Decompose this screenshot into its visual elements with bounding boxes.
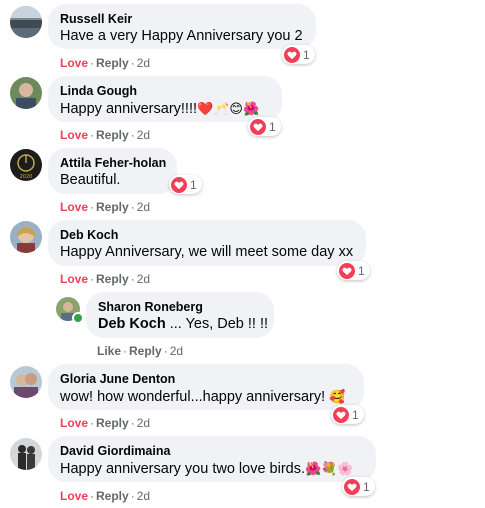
comment-actions: Love · Reply · 2d xyxy=(60,200,151,214)
mention-link[interactable]: Deb Koch xyxy=(98,316,166,332)
love-button[interactable]: Love xyxy=(60,128,88,142)
comment-actions: Love · Reply · 2d xyxy=(60,128,151,142)
avatar[interactable] xyxy=(10,6,42,38)
reaction-badge[interactable]: 1 xyxy=(282,45,315,64)
timestamp[interactable]: 2d xyxy=(137,128,150,142)
heart-icon xyxy=(171,176,187,193)
comment-actions: Love · Reply · 2d xyxy=(60,416,151,430)
timestamp[interactable]: 2d xyxy=(137,56,150,70)
reaction-badge[interactable]: 1 xyxy=(248,117,281,136)
comment-bubble: Linda Gough Happy anniversary!!!!❤️🥂😊🌺 xyxy=(48,76,282,122)
comment-author[interactable]: Deb Koch xyxy=(60,227,354,243)
reply-button[interactable]: Reply xyxy=(96,416,129,430)
reaction-count: 1 xyxy=(190,177,197,192)
comment: 2020 Attila Feher-holan Beautiful. 1 Lov… xyxy=(0,144,485,216)
reply-button[interactable]: Reply xyxy=(96,128,129,142)
comment-actions: Love · Reply · 2d xyxy=(60,272,151,286)
reaction-badge[interactable]: 1 xyxy=(169,175,202,194)
emoji-group: ❤️🥂😊🌺 xyxy=(197,101,260,116)
comment-actions: Love · Reply · 2d xyxy=(60,489,151,503)
comment-text: Happy anniversary you two love birds.🌺💐🌸 xyxy=(60,461,354,477)
comment-author[interactable]: Russell Keir xyxy=(60,11,304,27)
reaction-count: 1 xyxy=(303,47,310,62)
timestamp[interactable]: 2d xyxy=(137,200,150,214)
comment-bubble: Russell Keir Have a very Happy Anniversa… xyxy=(48,4,316,49)
like-button[interactable]: Like xyxy=(97,344,121,358)
reply-button[interactable]: Reply xyxy=(96,200,129,214)
emoji-group: 🥰 xyxy=(329,389,346,404)
comment-actions: Love · Reply · 2d xyxy=(60,56,151,70)
comment-author[interactable]: David Giordimaina xyxy=(60,443,364,459)
heart-icon xyxy=(250,118,266,135)
avatar[interactable]: 2020 xyxy=(10,149,42,181)
comment: Deb Koch Happy Anniversary, we will meet… xyxy=(0,216,485,288)
online-status-indicator xyxy=(72,312,84,324)
comment: Linda Gough Happy anniversary!!!!❤️🥂😊🌺 1… xyxy=(0,72,485,144)
avatar[interactable] xyxy=(10,438,42,470)
emoji-group: 🌺💐🌸 xyxy=(305,461,354,476)
avatar[interactable] xyxy=(10,77,42,109)
timestamp[interactable]: 2d xyxy=(137,272,150,286)
reaction-count: 1 xyxy=(363,479,370,494)
heart-icon xyxy=(339,262,355,279)
comment-actions: Like · Reply · 2d xyxy=(97,344,184,358)
comment: David Giordimaina Happy anniversary you … xyxy=(0,432,485,508)
timestamp[interactable]: 2d xyxy=(137,416,150,430)
timestamp[interactable]: 2d xyxy=(137,489,150,503)
comment-bubble: Sharon Roneberg Deb Koch ... Yes, Deb !!… xyxy=(86,292,274,338)
comment-author[interactable]: Sharon Roneberg xyxy=(98,299,262,315)
svg-text:2020: 2020 xyxy=(20,174,33,180)
comment: Russell Keir Have a very Happy Anniversa… xyxy=(0,0,485,72)
love-button[interactable]: Love xyxy=(60,200,88,214)
timestamp[interactable]: 2d xyxy=(170,344,183,358)
reply-button[interactable]: Reply xyxy=(129,344,162,358)
comment-bubble: Gloria June Denton wow! how wonderful...… xyxy=(48,364,364,410)
comment-text: Have a very Happy Anniversary you 2 xyxy=(60,28,303,44)
reaction-badge[interactable]: 1 xyxy=(331,405,364,424)
comment-author[interactable]: Gloria June Denton xyxy=(60,371,352,387)
reaction-badge[interactable]: 1 xyxy=(342,477,375,496)
comment: Gloria June Denton wow! how wonderful...… xyxy=(0,360,485,432)
avatar[interactable] xyxy=(10,221,42,253)
reaction-count: 1 xyxy=(352,407,359,422)
comment-bubble: Attila Feher-holan Beautiful. xyxy=(48,148,177,194)
comment-text: Happy Anniversary, we will meet some day… xyxy=(60,244,354,260)
comment-text: Deb Koch ... Yes, Deb !! !! xyxy=(98,316,269,332)
reply-button[interactable]: Reply xyxy=(96,489,129,503)
love-button[interactable]: Love xyxy=(60,489,88,503)
comment-text: Beautiful. xyxy=(60,172,121,188)
comment-author[interactable]: Linda Gough xyxy=(60,83,270,99)
heart-icon xyxy=(333,406,349,423)
comment-text: wow! how wonderful...happy anniversary! … xyxy=(60,389,346,405)
reply-button[interactable]: Reply xyxy=(96,56,129,70)
comment-bubble: David Giordimaina Happy anniversary you … xyxy=(48,436,376,482)
comment-bubble: Deb Koch Happy Anniversary, we will meet… xyxy=(48,220,366,266)
heart-icon xyxy=(344,478,360,495)
reply-comment: Sharon Roneberg Deb Koch ... Yes, Deb !!… xyxy=(0,288,485,360)
love-button[interactable]: Love xyxy=(60,416,88,430)
reaction-badge[interactable]: 1 xyxy=(337,261,370,280)
reply-button[interactable]: Reply xyxy=(96,272,129,286)
comment-author[interactable]: Attila Feher-holan xyxy=(60,155,166,171)
reaction-count: 1 xyxy=(358,263,365,278)
reaction-count: 1 xyxy=(269,119,276,134)
love-button[interactable]: Love xyxy=(60,56,88,70)
avatar[interactable] xyxy=(10,366,42,398)
love-button[interactable]: Love xyxy=(60,272,88,286)
comment-text: Happy anniversary!!!!❤️🥂😊🌺 xyxy=(60,101,260,117)
heart-icon xyxy=(284,46,300,63)
